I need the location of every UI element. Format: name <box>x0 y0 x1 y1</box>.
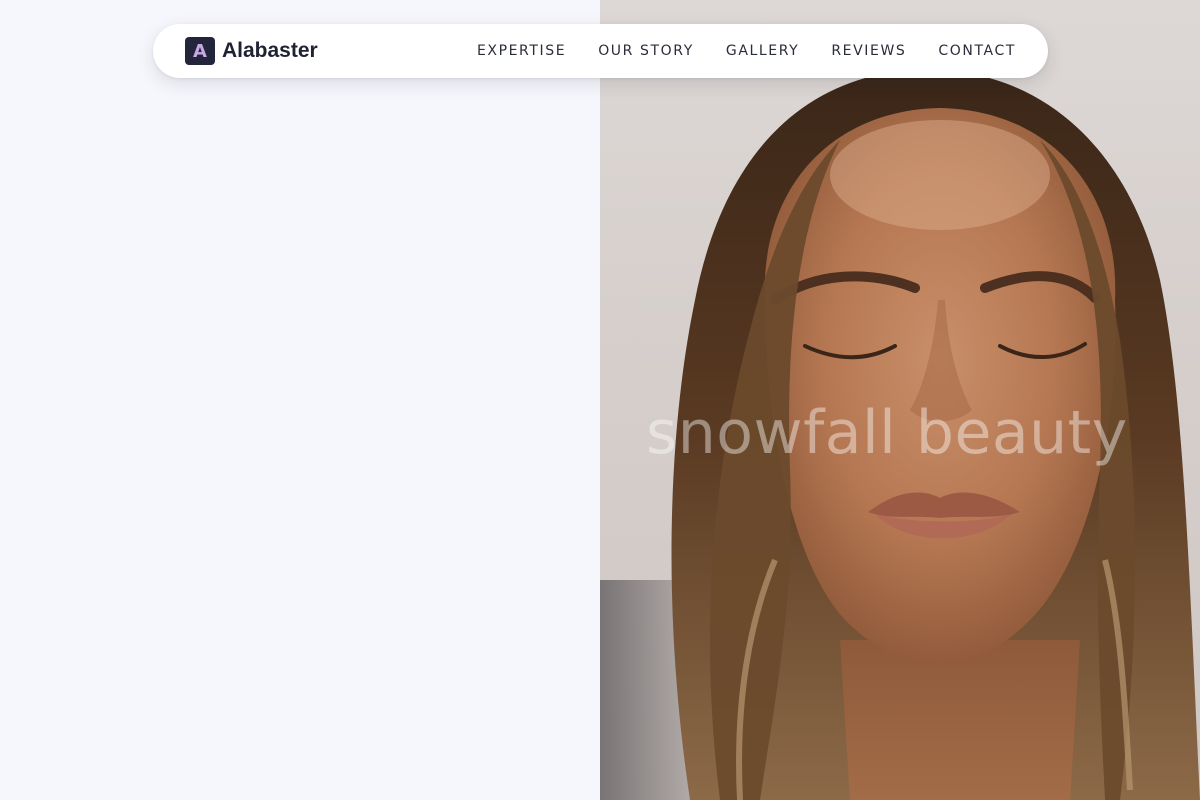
left-panel <box>0 0 600 800</box>
logo-icon: A <box>185 37 215 65</box>
hero-image: snowfall beauty <box>600 0 1200 800</box>
top-navbar: A Alabaster EXPERTISE OUR STORY GALLERY … <box>153 24 1048 78</box>
nav-link-reviews[interactable]: REVIEWS <box>831 43 906 59</box>
nav-link-gallery[interactable]: GALLERY <box>726 43 799 59</box>
nav-link-expertise[interactable]: EXPERTISE <box>477 43 566 59</box>
brand-name: Alabaster <box>222 39 318 62</box>
portrait-illustration <box>600 69 1200 800</box>
nav-link-contact[interactable]: CONTACT <box>938 43 1016 59</box>
nav-links: EXPERTISE OUR STORY GALLERY REVIEWS CONT… <box>477 43 1016 59</box>
brand-logo-link[interactable]: A Alabaster <box>185 37 318 65</box>
nav-link-our-story[interactable]: OUR STORY <box>598 43 694 59</box>
